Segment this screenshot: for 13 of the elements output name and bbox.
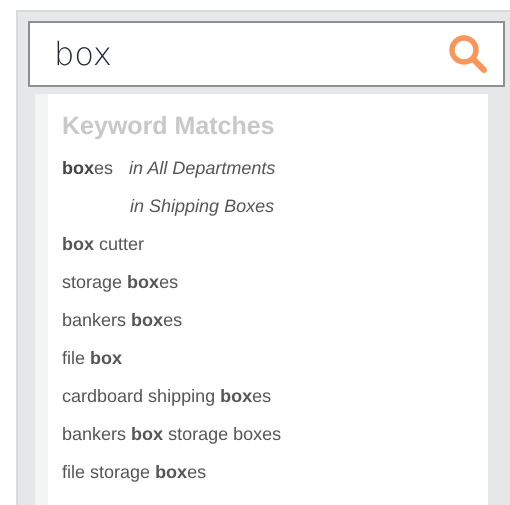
search-input[interactable]: box bbox=[54, 30, 447, 78]
suggestion-link[interactable]: cardboard shipping boxes bbox=[62, 383, 272, 410]
department-link[interactable]: in Shipping Boxes bbox=[130, 193, 274, 220]
suggestion-link[interactable]: file box bbox=[62, 345, 122, 372]
department-link[interactable]: in All Departments bbox=[129, 155, 276, 182]
suggestion-link[interactable]: bankers boxes bbox=[62, 307, 182, 334]
search-field[interactable]: box bbox=[28, 21, 505, 87]
suggestion-link[interactable]: bankers box storage boxes bbox=[62, 421, 282, 448]
suggestion-link[interactable]: storage boxes bbox=[62, 269, 178, 296]
suggestion-link[interactable]: box cutter bbox=[62, 231, 144, 258]
suggestion-link[interactable]: boxes bbox=[62, 155, 114, 182]
search-icon[interactable] bbox=[447, 33, 489, 75]
suggestion-link[interactable]: file storage boxes bbox=[62, 459, 206, 486]
